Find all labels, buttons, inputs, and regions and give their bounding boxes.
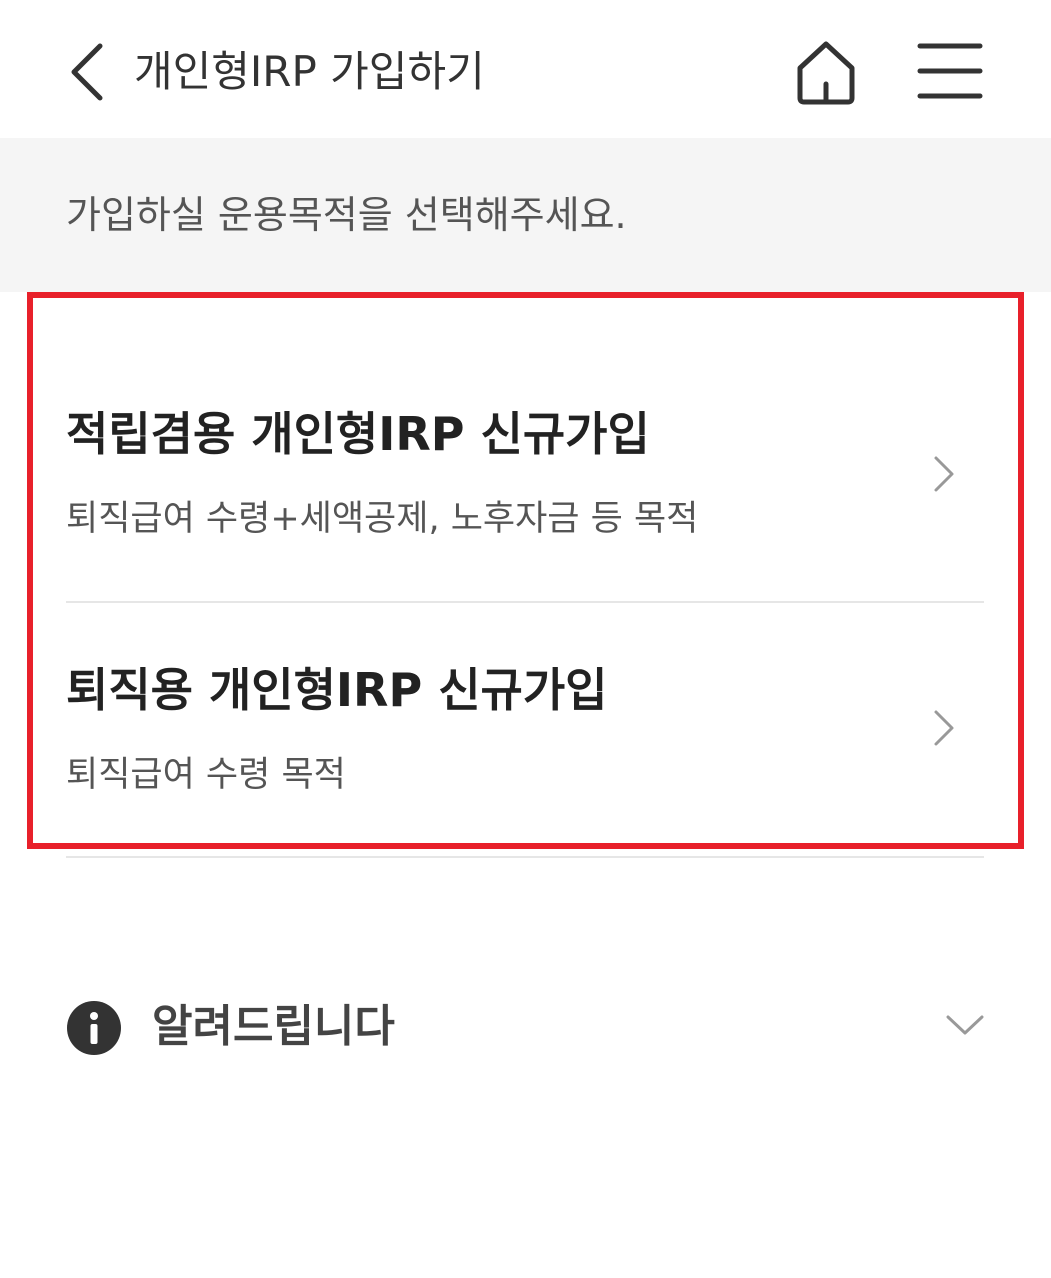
back-button[interactable] xyxy=(60,38,120,106)
notice-label: 알려드립니다 xyxy=(152,1001,395,1052)
chevron-right-icon xyxy=(934,710,954,746)
home-button[interactable] xyxy=(790,36,862,108)
info-icon xyxy=(67,1001,121,1055)
option-retirement-irp[interactable]: 퇴직용 개인형IRP 신규가입 퇴직급여 수령 목적 xyxy=(66,602,984,857)
page-title: 개인형IRP 가입하기 xyxy=(134,47,485,96)
divider xyxy=(66,856,984,858)
chevron-down-icon xyxy=(946,1015,984,1035)
hamburger-menu-icon xyxy=(917,43,983,99)
instruction-band: 가입하실 운용목적을 선택해주세요. xyxy=(0,138,1051,292)
chevron-right-icon xyxy=(934,456,954,492)
top-app-bar: 개인형IRP 가입하기 xyxy=(0,0,1051,138)
option-title: 적립겸용 개인형IRP 신규가입 xyxy=(66,407,650,461)
option-title: 퇴직용 개인형IRP 신규가입 xyxy=(66,663,608,717)
menu-button[interactable] xyxy=(914,40,986,102)
option-description: 퇴직급여 수령 목적 xyxy=(66,755,346,795)
option-description: 퇴직급여 수령+세액공제, 노후자금 등 목적 xyxy=(66,499,699,539)
home-icon xyxy=(797,41,855,105)
instruction-text: 가입하실 운용목적을 선택해주세요. xyxy=(66,193,627,237)
notice-accordion[interactable]: 알려드립니다 xyxy=(66,996,986,1060)
option-accumulation-irp[interactable]: 적립겸용 개인형IRP 신규가입 퇴직급여 수령+세액공제, 노후자금 등 목적 xyxy=(66,390,984,602)
irp-signup-page: 개인형IRP 가입하기 가입하실 운용목적을 선택해주세요. 적립겸용 개인형I… xyxy=(0,0,1051,1278)
chevron-left-icon xyxy=(71,43,103,101)
